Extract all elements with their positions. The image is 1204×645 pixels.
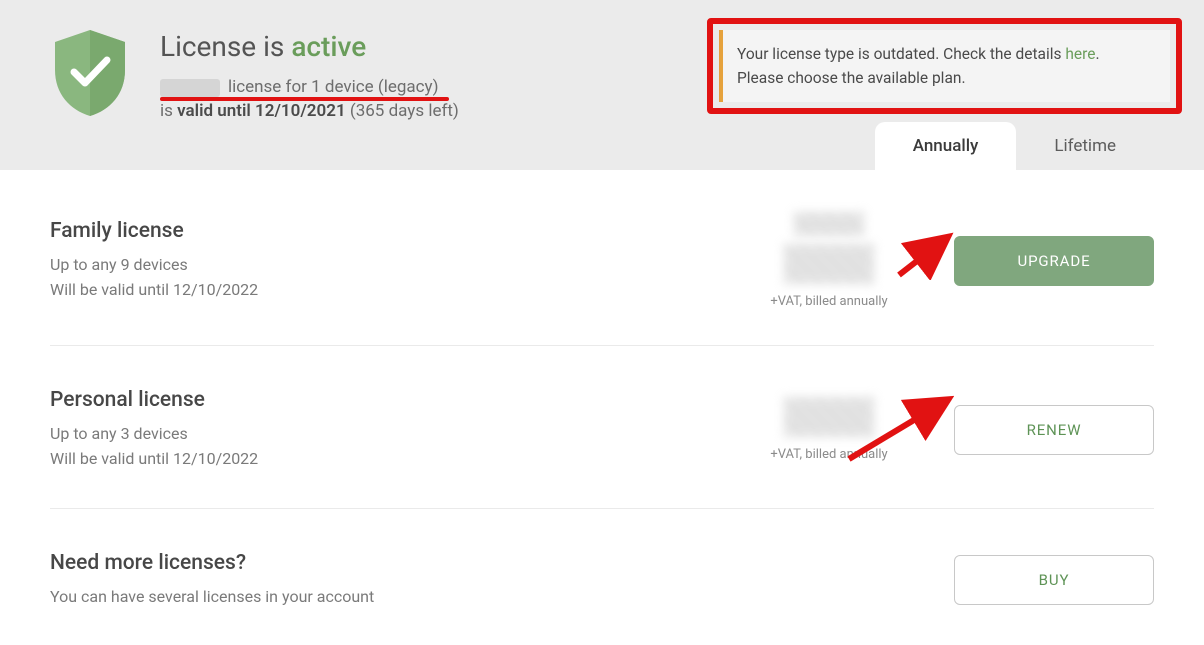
need-more-sub: You can have several licenses in your ac… <box>50 585 744 610</box>
tab-annually[interactable]: Annually <box>875 122 1017 170</box>
plan-row-personal: Personal license Up to any 3 devices Wil… <box>50 346 1154 509</box>
plan-valid-until: Will be valid until 12/10/2022 <box>50 278 744 303</box>
redacted-price <box>784 244 874 284</box>
upgrade-button[interactable]: UPGRADE <box>954 236 1154 286</box>
need-more-title: Need more licenses? <box>50 551 744 575</box>
redacted-product-name <box>160 79 220 97</box>
outdated-license-notice: Your license type is outdated. Check the… <box>719 30 1170 102</box>
plan-title: Family license <box>50 219 744 243</box>
buy-button[interactable]: BUY <box>954 555 1154 605</box>
license-detail-line-1: license for 1 device (legacy) <box>160 77 439 97</box>
notice-here-link[interactable]: here <box>1065 45 1095 63</box>
plan-valid-until: Will be valid until 12/10/2022 <box>50 447 744 472</box>
billing-period-tabs: Annually Lifetime <box>875 122 1154 170</box>
annotation-red-underline <box>160 97 449 101</box>
redacted-price <box>784 397 874 437</box>
price-note: +VAT, billed annually <box>744 294 914 309</box>
plan-row-family: Family license Up to any 9 devices Will … <box>50 170 1154 346</box>
license-header: License is active license for 1 device (… <box>0 0 1204 170</box>
renew-button[interactable]: RENEW <box>954 405 1154 455</box>
plan-devices: Up to any 3 devices <box>50 422 744 447</box>
tab-lifetime[interactable]: Lifetime <box>1016 122 1154 170</box>
price-note: +VAT, billed annually <box>744 447 914 462</box>
redacted-price <box>794 212 864 236</box>
annotation-red-box: Your license type is outdated. Check the… <box>707 18 1182 114</box>
shield-check-icon <box>50 28 130 118</box>
plan-title: Personal license <box>50 388 744 412</box>
plan-devices: Up to any 9 devices <box>50 253 744 278</box>
need-more-row: Need more licenses? You can have several… <box>50 509 1154 645</box>
